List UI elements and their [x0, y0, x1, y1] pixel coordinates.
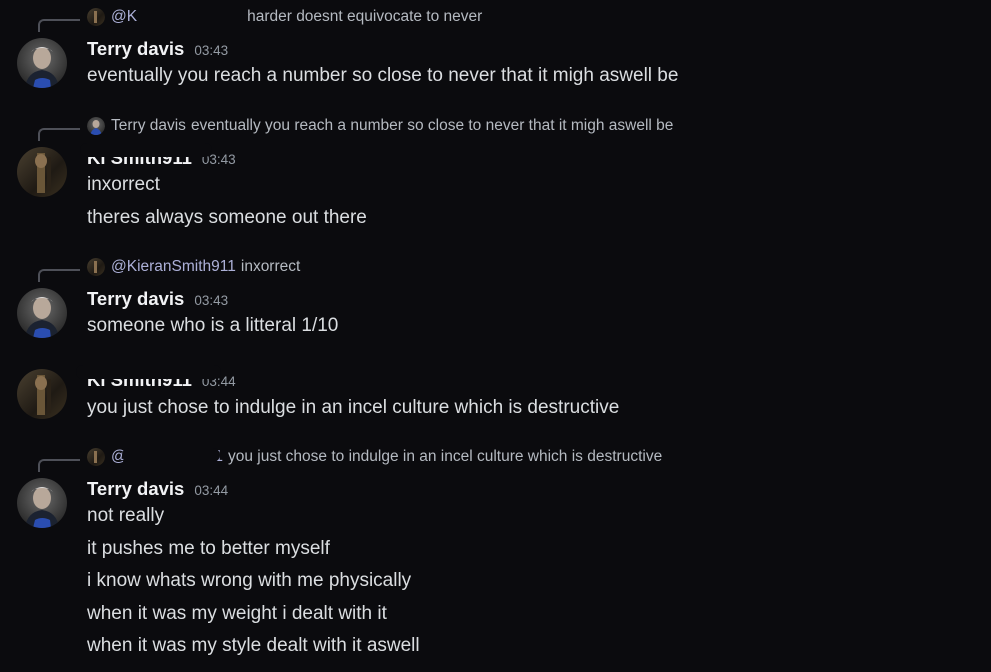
- reply-preview[interactable]: Terry davis eventually you reach a numbe…: [87, 117, 673, 135]
- username[interactable]: Terry davis: [87, 288, 184, 310]
- avatar-icon: [87, 258, 105, 276]
- reply-preview[interactable]: @K harder doesnt equivocate to never: [87, 8, 482, 26]
- reply-connector: [38, 269, 80, 282]
- reply-text: you just chose to indulge in an incel cu…: [227, 448, 663, 465]
- timestamp: 03:43: [194, 43, 229, 58]
- reply-connector: [38, 459, 80, 472]
- avatar[interactable]: [17, 478, 67, 528]
- avatar-icon: [87, 117, 105, 135]
- avatar[interactable]: [17, 38, 67, 88]
- username[interactable]: Terry davis: [87, 38, 184, 60]
- message-text: i know whats wrong with me physically: [87, 570, 412, 591]
- reply-text: inxorrect: [240, 258, 301, 275]
- timestamp: 03:44: [194, 483, 229, 498]
- avatar[interactable]: [17, 369, 67, 419]
- message-text: when it was my style dealt with it aswel…: [87, 635, 420, 656]
- avatar-icon: [87, 8, 105, 26]
- message-text: not really: [87, 505, 165, 526]
- reply-connector: [38, 19, 80, 32]
- message-text: when it was my weight i dealt with it: [87, 603, 387, 624]
- username[interactable]: Terry davis: [87, 478, 184, 500]
- redaction: [122, 448, 220, 462]
- redaction: [76, 365, 221, 379]
- message-text: someone who is a litteral 1/10: [87, 315, 339, 336]
- reply-text: harder doesnt equivocate to never: [247, 8, 483, 25]
- reply-connector: [38, 128, 80, 141]
- reply-mention[interactable]: @KieranSmith911: [111, 258, 236, 276]
- reply-mention[interactable]: @K: [111, 8, 137, 26]
- message-text: eventually you reach a number so close t…: [87, 65, 679, 86]
- avatar[interactable]: [17, 288, 67, 338]
- reply-text: eventually you reach a number so close t…: [190, 117, 674, 134]
- avatar-icon: [87, 448, 105, 466]
- message-text: it pushes me to better myself: [87, 538, 330, 559]
- timestamp: 03:43: [194, 293, 229, 308]
- reply-author[interactable]: Terry davis: [111, 117, 186, 135]
- redaction: [80, 143, 212, 157]
- message-header: Terry davis 03:44: [87, 478, 228, 500]
- avatar[interactable]: [17, 147, 67, 197]
- message-text: theres always someone out there: [87, 207, 367, 228]
- message-text: inxorrect: [87, 174, 160, 195]
- message-text: you just chose to indulge in an incel cu…: [87, 397, 620, 418]
- reply-preview[interactable]: @KieranSmith911 inxorrect: [87, 258, 300, 276]
- message-header: Terry davis 03:43: [87, 38, 228, 60]
- message-header: Terry davis 03:43: [87, 288, 228, 310]
